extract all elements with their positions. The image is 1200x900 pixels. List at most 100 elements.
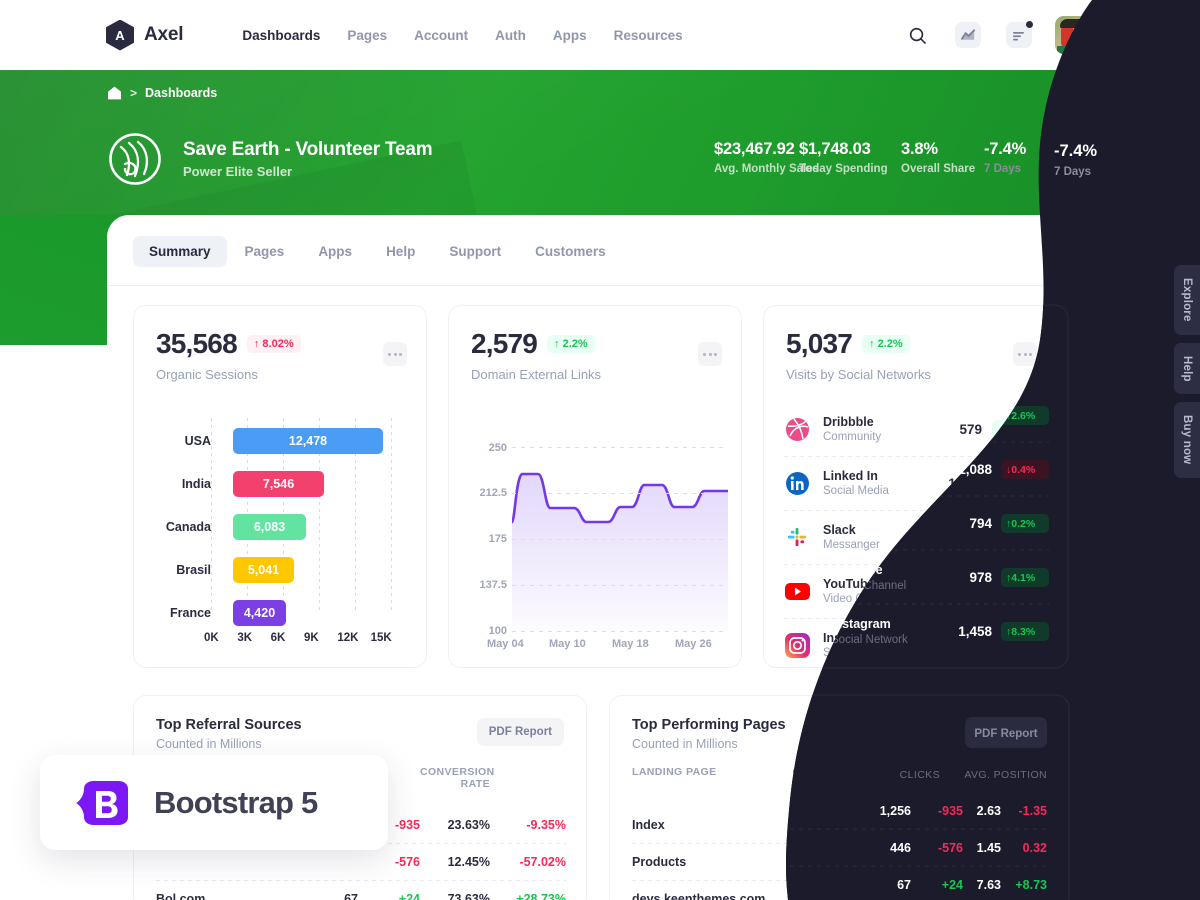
stat-label: Overall Share: [901, 163, 976, 175]
bootstrap-badge[interactable]: Bootstrap 5: [40, 755, 388, 850]
social-desc: Messanger: [823, 539, 880, 551]
card-menu-button[interactable]: [383, 342, 407, 366]
nav-link-resources[interactable]: Resources: [614, 28, 683, 43]
table-row[interactable]: Products 446 -576 1.45 0.32: [632, 843, 1042, 880]
table-top-performing-pages: Top Performing Pages Counted in Millions…: [609, 695, 1063, 900]
cell-landing-page: Index: [632, 817, 665, 832]
list-item[interactable]: YouTube Video Channel 978 ↑ 4.1%: [764, 564, 1058, 618]
cell-clicks: 67: [820, 891, 834, 900]
social-value: 1,458: [948, 637, 982, 653]
primary-nav: Dashboards Pages Account Auth Apps Resou…: [242, 28, 682, 43]
social-name: Instagram: [823, 631, 883, 645]
social-change-value: 4.1%: [1007, 585, 1032, 597]
breadcrumb-current[interactable]: Dashboards: [145, 86, 217, 100]
notification-badge: [1026, 21, 1033, 28]
x-tick: 12K: [337, 632, 359, 644]
card-subtitle: Visits by Social Networks: [786, 367, 931, 382]
page-subtitle: Power Elite Seller: [183, 164, 293, 179]
x-tick: May 18: [612, 638, 649, 650]
stat-value: $23,467.92: [714, 140, 795, 158]
column-header: [834, 766, 896, 790]
bar-row-france: France 4,420: [156, 600, 286, 626]
nav-link-apps[interactable]: Apps: [553, 28, 587, 43]
social-change-value: 2.6%: [1007, 423, 1032, 435]
column-header: [966, 766, 1042, 790]
kpi-change-value: 8.02%: [262, 338, 294, 350]
nav-link-account[interactable]: Account: [414, 28, 468, 43]
kpi-change-chip: ↑ 2.2%: [862, 335, 910, 353]
tab-help[interactable]: Help: [370, 236, 431, 267]
nav-link-pages[interactable]: Pages: [347, 28, 387, 43]
kpi-value: 35,568: [156, 328, 238, 359]
notifications-icon[interactable]: [1004, 20, 1034, 50]
breadcrumb-separator: >: [130, 86, 138, 100]
cell-avg-position: 7.63: [941, 891, 966, 900]
instagram-icon: [784, 632, 811, 659]
tab-support[interactable]: Support: [433, 236, 517, 267]
cell-clicks-delta: -576: [870, 854, 896, 869]
nav-link-auth[interactable]: Auth: [495, 28, 526, 43]
card-header: 5,037 ↑ 2.2% Visits by Social Networks: [764, 306, 1056, 382]
pdf-report-button[interactable]: PDF Report: [476, 718, 564, 746]
bar-value: 7,546: [233, 471, 324, 497]
social-change-value: 0.4%: [1007, 477, 1032, 489]
page-title: Save Earth - Volunteer Team: [183, 139, 433, 160]
social-value: 1,088: [948, 475, 982, 491]
bar-row-canada: Canada 6,083: [156, 514, 306, 540]
tab-pages[interactable]: Pages: [229, 236, 301, 267]
x-tick: 15K: [370, 632, 392, 644]
nav-link-dashboards[interactable]: Dashboards: [242, 28, 320, 43]
column-header: CONVERSION RATE: [420, 766, 495, 790]
list-item[interactable]: Dribbble Community 579 ↑ 2.6%: [764, 402, 1058, 456]
stat-7-days: -7.4% 7 Days: [984, 140, 1069, 175]
card-subtitle: Organic Sessions: [156, 367, 258, 382]
cell-avg-position: 2.63: [941, 817, 966, 832]
column-header: LANDING PAGE: [632, 766, 717, 778]
card-subtitle: Domain External Links: [471, 367, 602, 382]
kpi-cards: 35,568 ↑ 8.02% Organic Sessions USA 12,4…: [133, 305, 1057, 668]
kpi-change-chip: ↑ 8.02%: [246, 335, 301, 353]
bar-value: 5,041: [233, 557, 294, 583]
chart-icon[interactable]: [953, 20, 983, 50]
list-item-text: YouTube Video Channel: [823, 577, 898, 605]
list-item-text: Dribbble Community: [823, 415, 881, 443]
bar-label: India: [181, 477, 211, 491]
breadcrumb: > Dashboards: [107, 86, 217, 100]
list-item[interactable]: Instagram Social Network 1,458 ↑ 8.3%: [764, 618, 1058, 672]
tab-summary[interactable]: Summary: [133, 236, 227, 267]
column-header: [490, 766, 566, 790]
bootstrap-label: Bootstrap 5: [154, 784, 318, 820]
cell-conversion-delta: +28.73%: [516, 891, 566, 900]
card-menu-button[interactable]: [698, 342, 722, 366]
bar-row-brasil: Brasil 5,041: [156, 557, 294, 583]
pdf-report-button[interactable]: PDF Report: [952, 718, 1040, 746]
social-desc: Community: [823, 431, 882, 443]
brand-logo[interactable]: A Axel: [106, 19, 184, 51]
team-logo-icon: [107, 131, 163, 187]
table-row[interactable]: Index 1,256 -935 2.63 -1.35: [632, 806, 1042, 843]
bar-label: Canada: [165, 520, 211, 534]
brand-mark-icon: A: [106, 19, 134, 51]
side-tab-help[interactable]: Help: [1174, 342, 1200, 395]
side-tab-explore[interactable]: Explore: [1174, 265, 1200, 335]
search-icon[interactable]: [902, 20, 932, 50]
social-change-chip: ↑ 8.3%: [992, 636, 1038, 654]
card-menu-button[interactable]: [1013, 342, 1037, 366]
table-row[interactable]: Bol.com 67 +24 73.63% +28.73%: [156, 880, 566, 900]
list-item[interactable]: Linked In Social Media 1,088 ↓ 0.4%: [764, 456, 1058, 510]
bar-value: 4,420: [233, 600, 286, 626]
y-tick: 137.5: [479, 579, 507, 591]
avatar[interactable]: [1055, 16, 1093, 54]
table-row[interactable]: devs.keenthemes.com 67 +24 7.63 +8.73: [632, 880, 1042, 900]
cell-avg-position-delta: +8.73: [1010, 891, 1042, 900]
home-icon[interactable]: [107, 86, 122, 100]
y-tick: 212.5: [479, 487, 507, 499]
social-desc: Video Channel: [823, 593, 899, 605]
y-tick: 250: [488, 442, 507, 454]
list-item[interactable]: Slack Messanger 794 ↑ 0.2%: [764, 510, 1058, 564]
side-tab-buy-now[interactable]: Buy now: [1174, 402, 1200, 478]
tab-apps[interactable]: Apps: [302, 236, 368, 267]
cell-avg-position-delta: 0.32: [1017, 854, 1042, 869]
card-visits-by-social-networks: 5,037 ↑ 2.2% Visits by Social Networks D…: [763, 305, 1057, 668]
tab-customers[interactable]: Customers: [519, 236, 622, 267]
